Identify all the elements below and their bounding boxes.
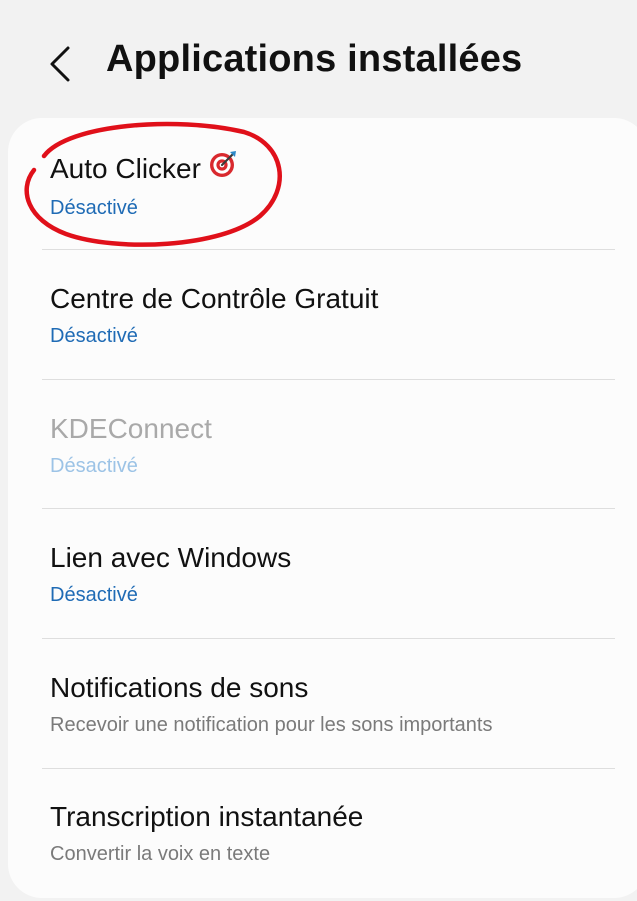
target-icon [209,150,237,185]
list-item-transcription-instantanee[interactable]: Transcription instantanée Convertir la v… [42,769,617,898]
app-name: Centre de Contrôle Gratuit [50,283,379,314]
app-status: Désactivé [50,197,138,219]
app-bar: Applications installées [0,0,637,120]
app-description: Convertir la voix en texte [50,843,271,865]
list-item-centre-de-controle[interactable]: Centre de Contrôle Gratuit Désactivé [42,250,617,379]
list-item-notifications-de-sons[interactable]: Notifications de sons Recevoir une notif… [42,639,617,768]
app-status: Désactivé [50,455,138,477]
back-button[interactable] [40,42,80,86]
app-name: KDEConnect [50,413,212,444]
chevron-left-icon [50,46,70,82]
app-description: Recevoir une notification pour les sons … [50,714,493,736]
list-item-lien-avec-windows[interactable]: Lien avec Windows Désactivé [42,509,617,638]
app-name: Lien avec Windows [50,542,292,573]
app-name: Notifications de sons [50,672,309,703]
app-status: Désactivé [50,584,138,606]
app-name: Auto Clicker [50,150,237,185]
app-name: Transcription instantanée [50,801,364,832]
page-title: Applications installées [106,38,523,80]
list-item-auto-clicker[interactable]: Auto Clicker Désactivé [42,120,617,249]
list-item-kdeconnect[interactable]: KDEConnect Désactivé [42,380,617,509]
app-status: Désactivé [50,325,138,347]
